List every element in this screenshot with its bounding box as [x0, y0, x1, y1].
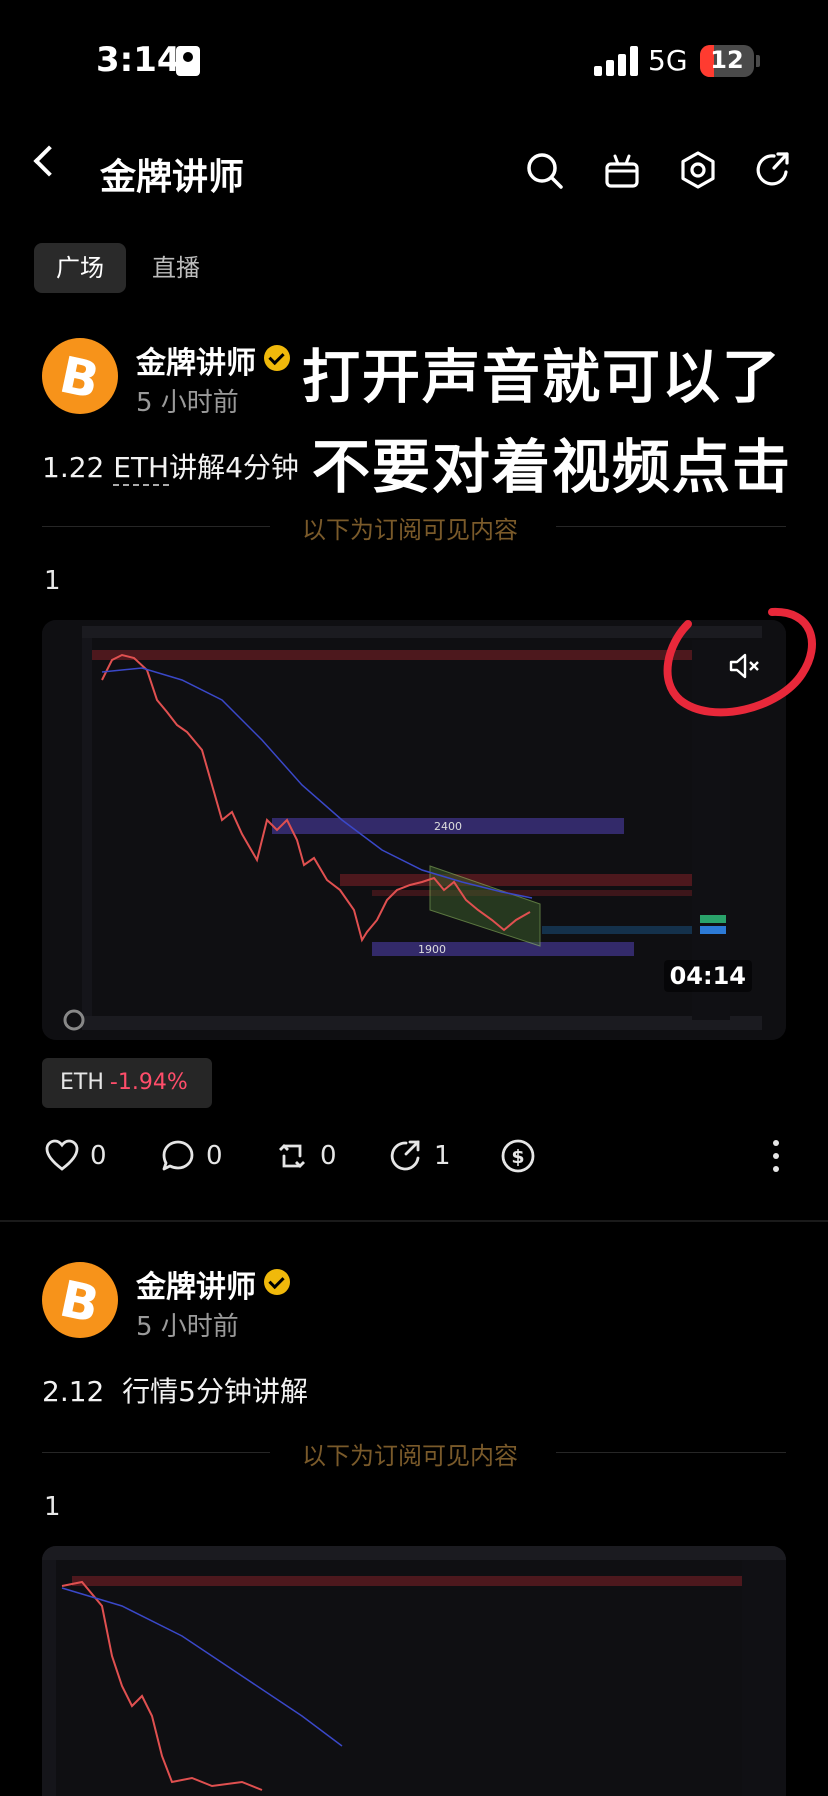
sim-card-icon [176, 46, 200, 76]
comment-count: 0 [206, 1141, 223, 1171]
like-count: 0 [90, 1141, 107, 1171]
chart-screenshot [42, 1546, 786, 1796]
battery-tip [756, 55, 760, 67]
verified-badge-icon [264, 345, 290, 371]
avatar[interactable]: B [42, 338, 118, 414]
chip-change: -1.94% [109, 1070, 188, 1095]
title-prefix: 1.22 [42, 451, 114, 484]
post-time: 5 小时前 [136, 388, 239, 418]
speaker-muted-icon[interactable] [728, 652, 762, 680]
subscription-divider-label: 以下为订阅可见内容 [302, 516, 518, 544]
divider-left [42, 1452, 270, 1453]
tab-live[interactable]: 直播 [152, 243, 200, 293]
repost-button[interactable]: 0 [274, 1136, 337, 1176]
page-title: 金牌讲师 [100, 157, 245, 198]
more-vertical-icon[interactable] [770, 1138, 782, 1174]
avatar[interactable]: B [42, 1262, 118, 1338]
cellular-signal-icon [594, 46, 638, 76]
battery-level: 12 [710, 46, 744, 74]
divider-right [556, 526, 786, 527]
post-body: 1 [44, 566, 61, 596]
author-name[interactable]: 金牌讲师 [136, 1262, 256, 1306]
share-icon[interactable] [754, 150, 794, 190]
post-title[interactable]: 2.12 行情5分钟讲解 [42, 1370, 308, 1410]
comment-button[interactable]: 0 [160, 1136, 223, 1176]
status-time: 3:14 [96, 40, 181, 80]
share-arrow-icon [390, 1140, 420, 1171]
post-body: 1 [44, 1492, 61, 1522]
video-player[interactable] [42, 1546, 786, 1796]
title-rest: 讲解4分钟 [169, 451, 299, 484]
gift-icon[interactable] [602, 150, 642, 190]
video-duration: 04:14 [663, 960, 752, 992]
share-count: 1 [434, 1141, 451, 1171]
post-time: 5 小时前 [136, 1312, 239, 1342]
zone-upper-label: 2400 [434, 820, 462, 833]
hexagon-settings-icon[interactable] [678, 150, 718, 190]
search-icon[interactable] [524, 150, 564, 190]
overlay-caption-line1: 打开声音就可以了 [302, 343, 783, 411]
divider-right [556, 1452, 786, 1453]
svg-text:B: B [55, 346, 104, 411]
repost-count: 0 [320, 1141, 337, 1171]
ticker-link[interactable]: ETH [113, 451, 170, 486]
dollar-icon: $ [501, 1139, 535, 1173]
bitcoin-logo-icon: B [55, 346, 104, 411]
repost-icon [279, 1144, 305, 1168]
tip-button[interactable]: $ [500, 1136, 546, 1176]
back-chevron-left-icon[interactable] [33, 145, 65, 177]
heart-icon [45, 1139, 79, 1171]
author-name[interactable]: 金牌讲师 [136, 338, 256, 382]
verified-badge-icon [264, 1269, 290, 1295]
battery-icon: 12 [700, 45, 754, 77]
svg-text:B: B [55, 1270, 104, 1335]
share-action-button[interactable]: 1 [388, 1136, 451, 1176]
subscription-divider-label: 以下为订阅可见内容 [302, 1442, 518, 1470]
zone-lower-label: 1900 [418, 943, 446, 956]
tab-plaza[interactable]: 广场 [34, 243, 126, 293]
post-title[interactable]: 1.22 ETH讲解4分钟 [42, 446, 299, 486]
network-type: 5G [648, 44, 688, 77]
svg-text:$: $ [511, 1146, 524, 1168]
like-button[interactable]: 0 [44, 1136, 107, 1176]
bitcoin-logo-icon: B [55, 1270, 104, 1335]
overlay-caption-line2: 不要对着视频点击 [312, 433, 793, 501]
post-separator [0, 1220, 828, 1222]
divider-left [42, 526, 270, 527]
loading-spinner-icon [63, 1009, 85, 1031]
chip-symbol: ETH [60, 1070, 104, 1095]
comment-icon [162, 1140, 194, 1171]
ticker-chip[interactable]: ETH -1.94% [42, 1058, 212, 1108]
